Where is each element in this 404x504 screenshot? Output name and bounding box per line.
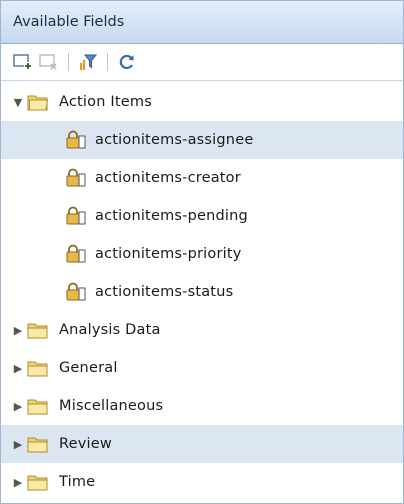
tree-folder-label: General <box>59 360 118 376</box>
tree-field-item[interactable]: actionitems-pending <box>1 197 403 235</box>
locked-field-icon <box>65 130 87 150</box>
collapsed-arrow-icon[interactable]: ▶ <box>11 311 25 349</box>
tree-field-label: actionitems-priority <box>95 246 242 262</box>
locked-field-icon <box>65 206 87 226</box>
collapsed-arrow-icon[interactable]: ▶ <box>11 349 25 387</box>
tree-field-label: actionitems-creator <box>95 170 241 186</box>
tree-folder-label: Analysis Data <box>59 322 161 338</box>
folder-icon <box>27 473 49 491</box>
tree-field-item[interactable]: actionitems-creator <box>1 159 403 197</box>
folder-icon <box>27 359 49 377</box>
toolbar-separator <box>107 53 108 71</box>
tree-folder-general[interactable]: ▶ General <box>1 349 403 387</box>
filter-icon[interactable] <box>76 50 100 74</box>
tree-folder-label: Action Items <box>59 94 152 110</box>
tree-folder-label: Miscellaneous <box>59 398 164 414</box>
tree-folder-time[interactable]: ▶ Time <box>1 463 403 501</box>
tree-field-label: actionitems-assignee <box>95 132 254 148</box>
collapsed-arrow-icon[interactable]: ▶ <box>11 387 25 425</box>
panel-title: Available Fields <box>1 1 403 44</box>
expanded-arrow-icon[interactable]: ▼ <box>11 83 25 121</box>
locked-field-icon <box>65 282 87 302</box>
remove-field-icon[interactable] <box>37 50 61 74</box>
tree-folder-label: Time <box>59 474 96 490</box>
toolbar-separator <box>68 53 69 71</box>
locked-field-icon <box>65 244 87 264</box>
tree-field-item[interactable]: actionitems-assignee <box>1 121 403 159</box>
tree-folder-review[interactable]: ▶ Review <box>1 425 403 463</box>
folder-icon <box>27 435 49 453</box>
refresh-icon[interactable] <box>115 50 139 74</box>
available-fields-panel: Available Fields ▼ Action Items actionit… <box>0 0 404 504</box>
field-tree: ▼ Action Items actionitems-assignee acti… <box>1 81 403 501</box>
tree-folder-analysis-data[interactable]: ▶ Analysis Data <box>1 311 403 349</box>
tree-field-item[interactable]: actionitems-status <box>1 273 403 311</box>
folder-icon <box>27 321 49 339</box>
collapsed-arrow-icon[interactable]: ▶ <box>11 425 25 463</box>
add-field-icon[interactable] <box>11 50 35 74</box>
locked-field-icon <box>65 168 87 188</box>
tree-field-item[interactable]: actionitems-priority <box>1 235 403 273</box>
toolbar <box>1 44 403 81</box>
open-folder-icon <box>27 93 49 111</box>
tree-folder-action-items[interactable]: ▼ Action Items <box>1 83 403 121</box>
tree-field-label: actionitems-pending <box>95 208 248 224</box>
folder-icon <box>27 397 49 415</box>
tree-folder-miscellaneous[interactable]: ▶ Miscellaneous <box>1 387 403 425</box>
tree-field-label: actionitems-status <box>95 284 234 300</box>
tree-folder-label: Review <box>59 436 112 452</box>
collapsed-arrow-icon[interactable]: ▶ <box>11 463 25 501</box>
